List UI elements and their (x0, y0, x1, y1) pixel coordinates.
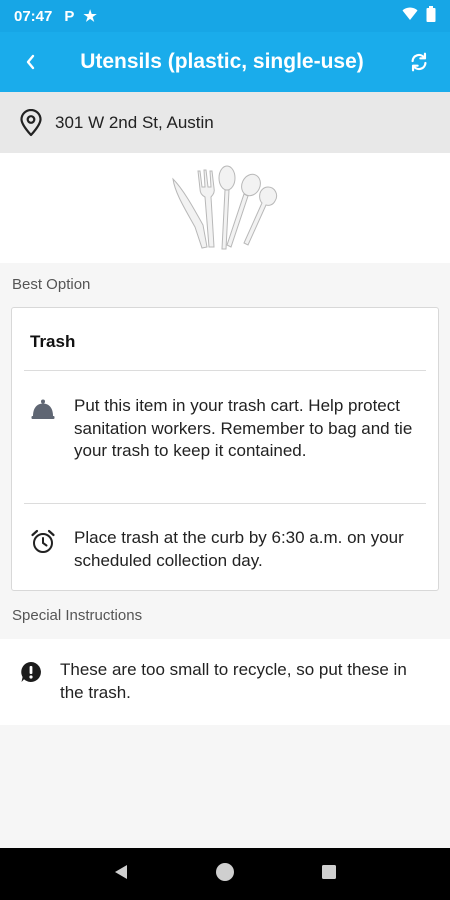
recents-square-icon[interactable] (320, 863, 338, 886)
special-instructions-label: Special Instructions (12, 607, 143, 624)
plastic-utensils-image (172, 165, 278, 250)
disposal-method-title: Trash (30, 332, 76, 351)
instruction-row: Place trash at the curb by 6:30 a.m. on … (30, 527, 424, 572)
location-pin-icon (20, 108, 42, 136)
back-chevron-icon (26, 54, 35, 70)
star-icon: ★ (83, 8, 97, 25)
location-address: 301 W 2nd St, Austin (55, 112, 214, 132)
instruction-text: Place trash at the curb by 6:30 a.m. on … (74, 528, 404, 570)
instruction-row: Put this item in your trash cart. Help p… (30, 395, 424, 463)
best-option-label: Best Option (12, 276, 91, 293)
back-button[interactable] (0, 32, 62, 92)
back-triangle-icon[interactable] (112, 863, 130, 886)
location-bar[interactable]: 301 W 2nd St, Austin (0, 92, 450, 153)
item-image-area (0, 153, 450, 263)
refresh-icon (411, 52, 427, 72)
status-time: 07:47 (14, 7, 53, 25)
page-title: Utensils (plastic, single-use) (80, 50, 364, 73)
trash-bell-icon (30, 395, 56, 463)
divider (24, 370, 426, 371)
p-icon: P (64, 7, 75, 25)
refresh-button[interactable] (388, 32, 450, 92)
alarm-clock-icon (30, 527, 56, 572)
app-bar: Utensils (plastic, single-use) (0, 32, 450, 92)
instruction-text: Put this item in your trash cart. Help p… (74, 396, 413, 460)
battery-icon (426, 5, 436, 27)
status-bar: 07:47 P ★ (0, 0, 450, 32)
special-instructions-card: These are too small to recycle, so put t… (0, 639, 450, 725)
special-instructions-text: These are too small to recycle, so put t… (60, 660, 407, 702)
system-nav-bar (0, 848, 450, 900)
home-circle-icon[interactable] (214, 861, 236, 888)
best-option-card: Trash Put this item in your trash cart. … (11, 307, 439, 591)
divider (24, 503, 426, 504)
alert-icon (21, 662, 41, 682)
wifi-icon (402, 7, 418, 25)
